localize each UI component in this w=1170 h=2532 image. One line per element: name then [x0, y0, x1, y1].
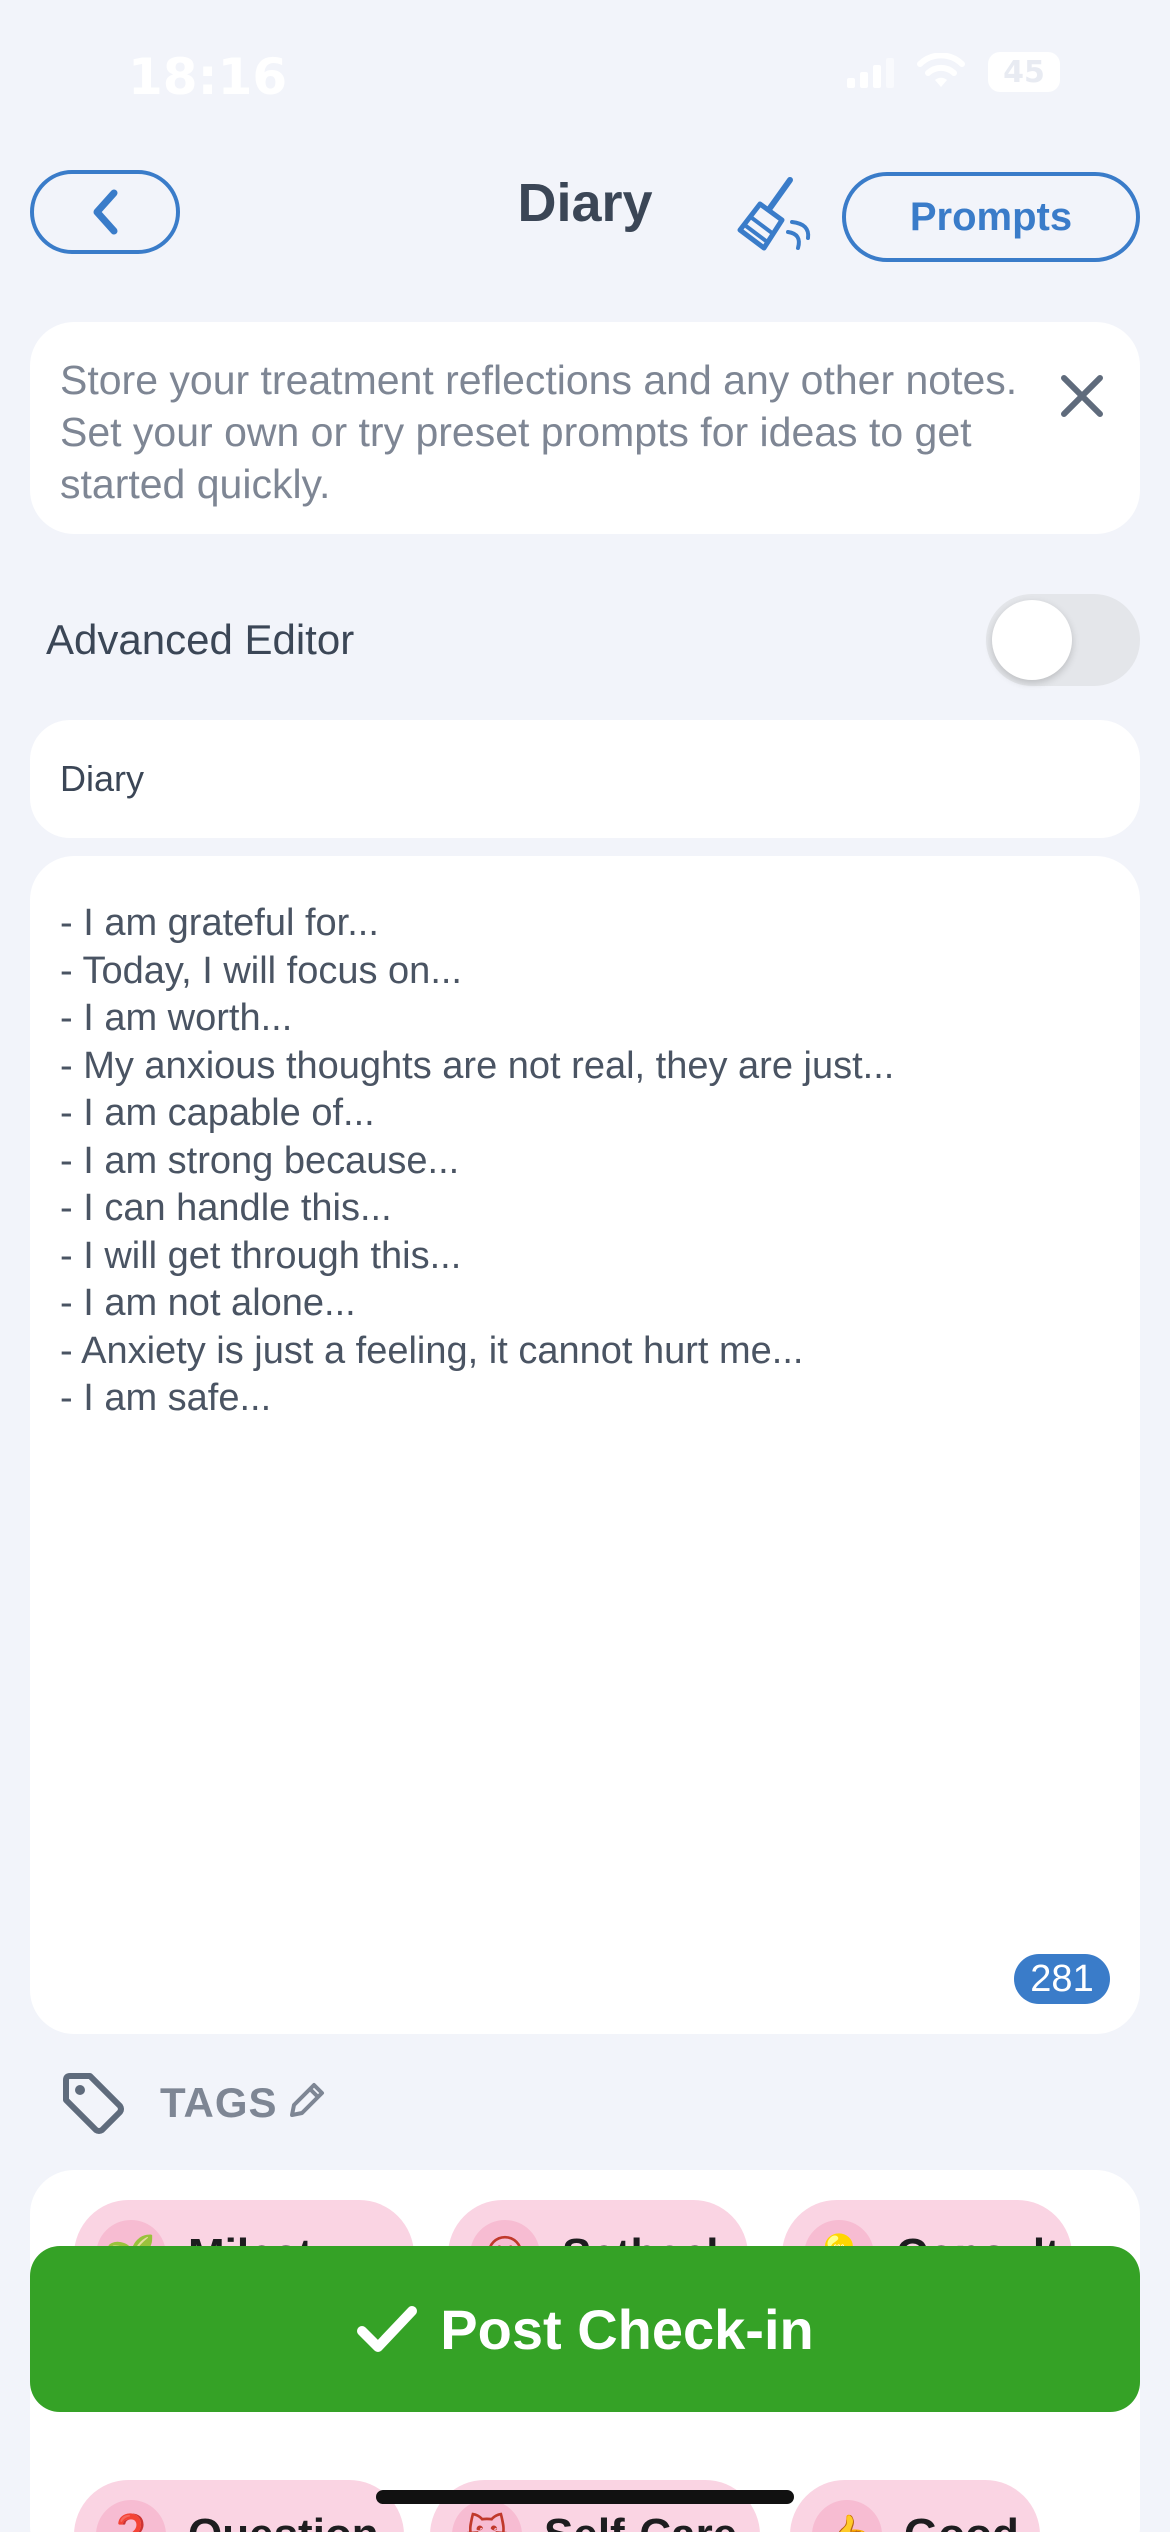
entry-body-field[interactable]: - I am grateful for... - Today, I will fo… — [30, 856, 1140, 2034]
entry-body-line: - I am capable of... — [60, 1092, 375, 1134]
advanced-editor-row: Advanced Editor — [30, 592, 1140, 688]
question-mark-icon: ❓ — [96, 2500, 166, 2532]
entry-title-field[interactable]: Diary — [30, 720, 1140, 838]
toggle-knob — [992, 600, 1072, 680]
info-text: Store your treatment reflections and any… — [60, 357, 1018, 507]
tags-label: TAGS — [160, 2079, 278, 2126]
entry-body-line: - I am strong because... — [60, 1139, 460, 1182]
edit-tags-button[interactable] — [284, 2079, 328, 2128]
pencil-icon — [289, 2082, 324, 2117]
tag-chip[interactable]: 😺 Self-Care — [430, 2480, 760, 2532]
entry-body-text: - I am grateful for... - Today, I will fo… — [60, 900, 1110, 1423]
entry-body-line: - I can handle this... — [60, 1187, 392, 1229]
advanced-editor-toggle[interactable] — [986, 594, 1140, 686]
entry-body-line: - I am safe... — [60, 1377, 272, 1419]
entry-body-line: - I will get through this... — [60, 1234, 462, 1277]
entry-body-line: - Today, I will focus on... — [60, 949, 462, 992]
tag-chip-label: Good — [904, 2510, 1019, 2532]
tag-chip[interactable]: 👍 Good — [790, 2480, 1040, 2532]
clear-button[interactable] — [730, 174, 814, 258]
tag-icon — [63, 2073, 124, 2134]
entry-body-line: - Anxiety is just a feeling, it cannot h… — [60, 1329, 804, 1372]
info-card: Store your treatment reflections and any… — [30, 322, 1140, 534]
header: Diary Prompts — [0, 160, 1170, 270]
battery-icon: 45 — [988, 52, 1060, 92]
tag-chip-label: Question — [188, 2510, 379, 2532]
prompts-button[interactable]: Prompts — [842, 172, 1140, 262]
close-icon — [1061, 375, 1103, 417]
cellular-signal-icon — [847, 56, 894, 88]
status-icons: 45 — [847, 52, 1060, 92]
status-bar: 18:16 45 — [0, 0, 1170, 150]
advanced-editor-label: Advanced Editor — [46, 616, 355, 663]
checkmark-icon — [357, 2306, 418, 2352]
post-check-in-label: Post Check-in — [440, 2297, 814, 2361]
cat-face-icon: 😺 — [452, 2500, 522, 2532]
tags-header: TAGS — [60, 2068, 328, 2138]
entry-body-line: - I am not alone... — [60, 1282, 356, 1324]
character-count-badge: 281 — [1014, 1954, 1110, 2004]
thumbs-up-icon: 👍 — [812, 2500, 882, 2532]
broom-icon — [737, 177, 811, 251]
tag-chip[interactable]: ❓ Question — [74, 2480, 404, 2532]
post-check-in-button[interactable]: Post Check-in — [30, 2246, 1140, 2412]
entry-body-line: - I am grateful for... — [60, 902, 379, 944]
entry-body-line: - I am worth... — [60, 997, 293, 1039]
close-info-button[interactable] — [1052, 366, 1112, 426]
tag-chip-label: Self-Care — [544, 2510, 737, 2532]
home-indicator — [376, 2490, 794, 2504]
wifi-icon — [917, 53, 965, 87]
status-time: 18:16 — [128, 48, 288, 106]
entry-body-line: - My anxious thoughts are not real, they… — [60, 1044, 895, 1087]
